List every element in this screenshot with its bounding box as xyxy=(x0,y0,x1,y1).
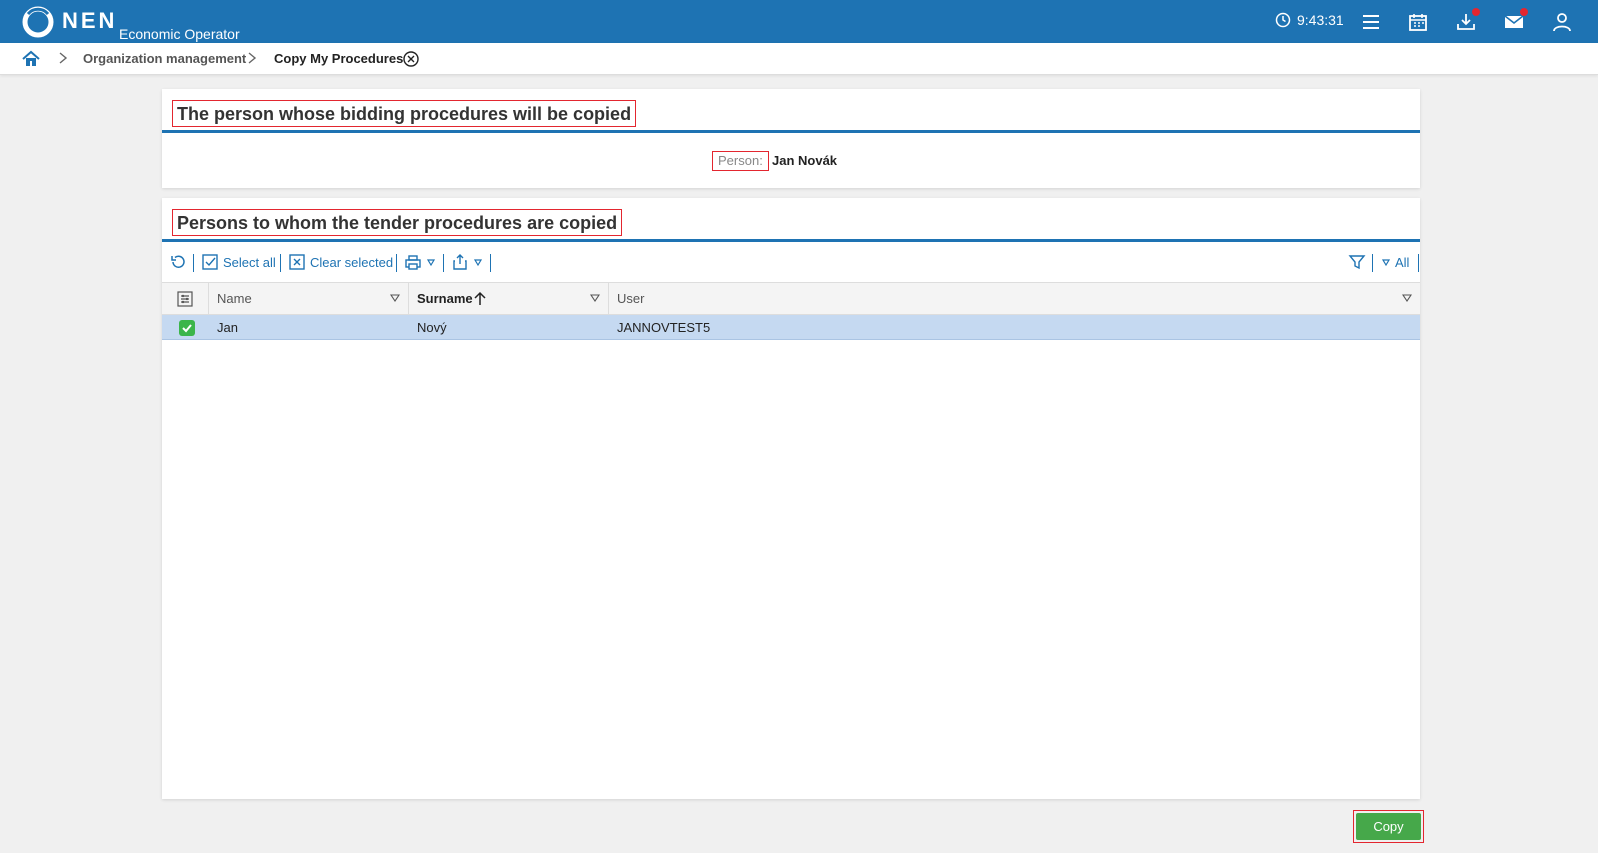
check-square-icon xyxy=(202,254,218,270)
target-persons-panel: Persons to whom the tender procedures ar… xyxy=(162,198,1420,799)
brand-name: NEN xyxy=(62,8,118,33)
refresh-icon xyxy=(171,255,185,268)
brand-subtitle: Economic Operator xyxy=(119,26,240,42)
chevron-right-icon xyxy=(248,52,257,64)
sort-ascending-icon xyxy=(474,291,486,305)
column-name-label: Name xyxy=(217,291,252,306)
download-badge xyxy=(1472,8,1480,16)
print-menu-button[interactable] xyxy=(404,252,436,272)
nen-logo-icon xyxy=(22,6,54,38)
column-header-name[interactable]: Name xyxy=(209,283,409,314)
copy-button-label: Copy xyxy=(1356,813,1421,840)
row-checkbox[interactable] xyxy=(179,320,195,336)
source-panel-title: The person whose bidding procedures will… xyxy=(172,100,637,127)
toolbar-separator xyxy=(396,254,397,272)
column-filter-icon[interactable] xyxy=(590,293,600,303)
checkmark-icon xyxy=(182,324,192,333)
refresh-button[interactable] xyxy=(169,252,187,272)
select-all-label: Select all xyxy=(223,254,276,270)
cell-surname: Nový xyxy=(417,320,447,335)
filter-all-dropdown[interactable]: All xyxy=(1381,252,1409,272)
toolbar-separator xyxy=(1418,254,1419,272)
table-row[interactable]: Jan Nový JANNOVTEST5 xyxy=(162,315,1420,340)
filter-icon xyxy=(1348,255,1366,270)
x-square-icon xyxy=(289,254,305,270)
session-clock: 9:43:31 xyxy=(1275,12,1344,28)
calendar-icon[interactable] xyxy=(1407,11,1429,33)
cell-user: JANNOVTEST5 xyxy=(617,320,711,335)
mail-icon[interactable] xyxy=(1503,8,1528,33)
dropdown-arrow-icon xyxy=(473,259,483,267)
toolbar-separator xyxy=(280,254,281,272)
export-icon xyxy=(453,254,467,270)
column-filter-icon[interactable] xyxy=(1402,293,1412,303)
home-icon[interactable] xyxy=(21,49,41,69)
filter-all-label: All xyxy=(1395,254,1410,270)
printer-icon xyxy=(405,255,421,270)
filter-button[interactable] xyxy=(1348,252,1366,272)
copy-button[interactable]: Copy xyxy=(1353,810,1424,843)
column-header-surname[interactable]: Surname xyxy=(409,283,609,314)
toolbar-separator xyxy=(1372,254,1373,272)
top-header: NEN Economic Operator 9:43:31 xyxy=(0,0,1598,43)
column-settings-icon xyxy=(177,291,193,307)
target-panel-divider xyxy=(162,239,1420,242)
clock-time: 9:43:31 xyxy=(1297,12,1344,28)
column-user-label: User xyxy=(617,291,645,306)
mail-badge xyxy=(1520,8,1528,16)
clear-selected-label: Clear selected xyxy=(310,254,394,270)
cell-name: Jan xyxy=(217,320,238,335)
source-panel-divider xyxy=(162,130,1420,133)
grid-header: Name Surname User xyxy=(162,282,1420,315)
close-tab-icon[interactable] xyxy=(402,50,420,68)
column-settings-button[interactable] xyxy=(162,283,209,314)
breadcrumb: Organization management Copy My Procedur… xyxy=(0,43,1598,75)
export-menu-button[interactable] xyxy=(451,252,483,272)
clear-selected-button[interactable]: Clear selected xyxy=(288,252,393,272)
clock-icon xyxy=(1275,12,1291,28)
chevron-right-icon xyxy=(59,52,68,64)
person-label: Person: xyxy=(712,151,769,171)
grid-toolbar: Select all Clear selected All xyxy=(162,250,1420,276)
source-person-panel: The person whose bidding procedures will… xyxy=(162,89,1420,188)
target-panel-title: Persons to whom the tender procedures ar… xyxy=(172,209,623,236)
user-icon[interactable] xyxy=(1551,11,1573,33)
column-surname-label: Surname xyxy=(417,291,473,306)
menu-icon[interactable] xyxy=(1360,11,1382,33)
person-value: Jan Novák xyxy=(772,153,838,168)
breadcrumb-organization-management[interactable]: Organization management xyxy=(83,51,246,66)
breadcrumb-current-page: Copy My Procedures xyxy=(274,51,404,66)
toolbar-separator xyxy=(443,254,444,272)
column-header-user[interactable]: User xyxy=(609,283,1420,314)
dropdown-arrow-icon xyxy=(426,259,436,267)
dropdown-arrow-icon xyxy=(1381,259,1391,267)
download-icon[interactable] xyxy=(1455,8,1480,33)
toolbar-separator xyxy=(193,254,194,272)
select-all-button[interactable]: Select all xyxy=(201,252,276,272)
toolbar-separator xyxy=(490,254,491,272)
column-filter-icon[interactable] xyxy=(390,293,400,303)
